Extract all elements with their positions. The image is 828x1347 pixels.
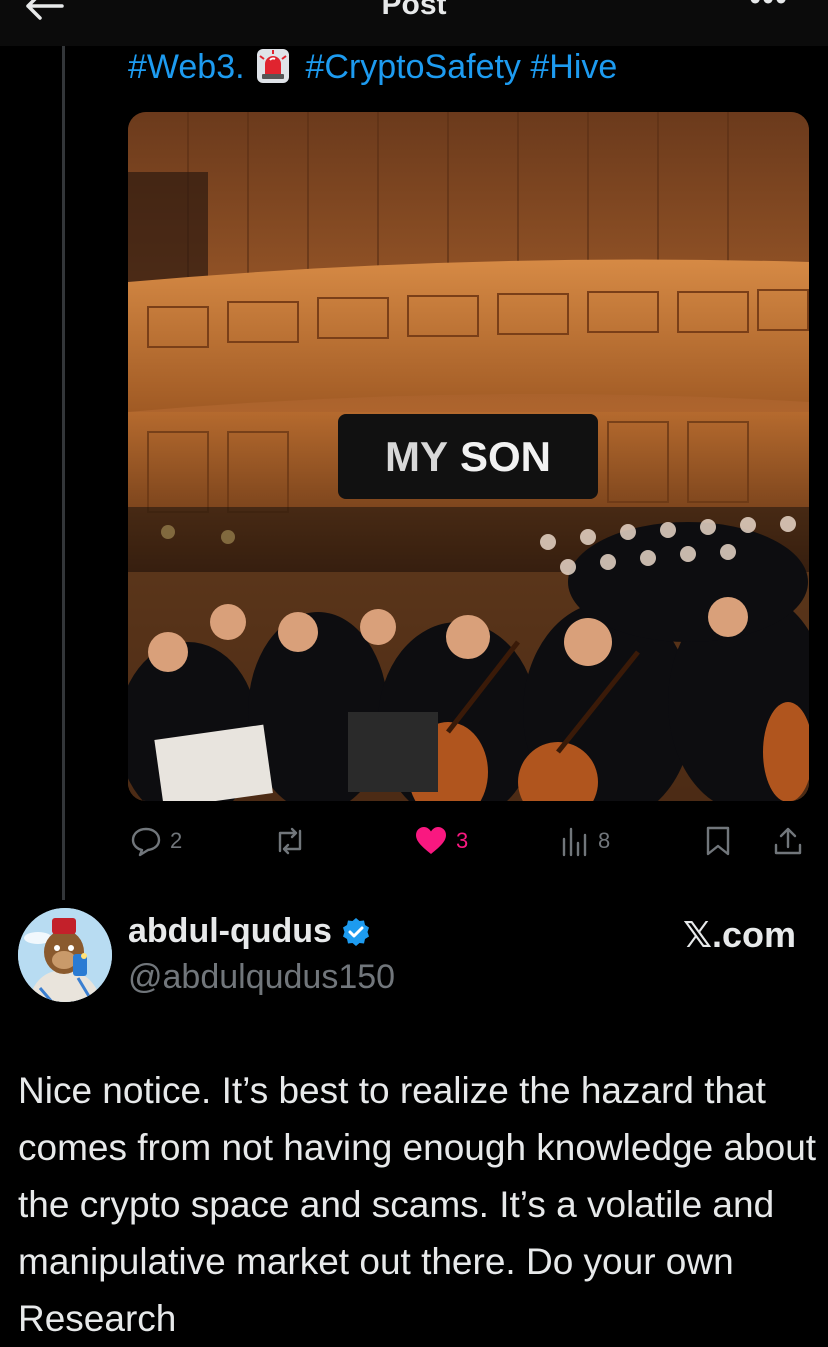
siren-icon [257, 49, 290, 83]
hashtag-link[interactable]: #Web3 [128, 48, 235, 86]
reply-icon [131, 827, 161, 857]
reply-count: 2 [170, 828, 183, 853]
view-count: 8 [598, 828, 611, 853]
reply-button[interactable]: 2 [130, 816, 182, 866]
post-hashtags: #Web3. #CryptoSafety #Hive [128, 48, 617, 87]
caption-word: SON [459, 432, 551, 480]
video-caption: MY SON [338, 414, 598, 499]
avatar[interactable] [18, 908, 112, 1002]
hashtag-link[interactable]: #CryptoSafety [305, 48, 520, 86]
caption-word: MY [384, 432, 448, 480]
ape-avatar-image [18, 908, 112, 1002]
repost-button[interactable] [272, 816, 308, 866]
heart-filled-icon [416, 827, 446, 854]
verified-badge-icon [342, 917, 369, 946]
hashtag-separator: . [235, 48, 245, 86]
hashtag-link[interactable]: #Hive [530, 48, 617, 86]
user-name[interactable]: abdul-qudus [128, 912, 372, 951]
views-button[interactable]: 8 [560, 816, 610, 866]
repost-icon [278, 827, 302, 855]
top-bar: Post ••• [0, 0, 828, 46]
thread-connector-line [62, 46, 65, 900]
source-label: 𝕏.com [682, 914, 796, 955]
bookmark-button[interactable] [704, 816, 732, 866]
page-title: Post [381, 0, 447, 21]
share-button[interactable] [772, 816, 804, 866]
more-dots-icon: ••• [749, 0, 788, 18]
bookmark-icon [706, 826, 730, 856]
like-count: 3 [456, 828, 469, 853]
like-button[interactable]: 3 [414, 816, 468, 866]
views-chart-icon [562, 827, 587, 857]
display-name: abdul-qudus [128, 912, 332, 950]
user-handle[interactable]: @abdulqudus150 [128, 958, 395, 997]
post-actions-bar: 2 3 8 [0, 816, 828, 866]
reply-text: Nice notice. It’s best to realize the ha… [18, 1070, 817, 1339]
share-icon [774, 827, 802, 855]
more-options-button[interactable]: ••• [749, 0, 788, 19]
